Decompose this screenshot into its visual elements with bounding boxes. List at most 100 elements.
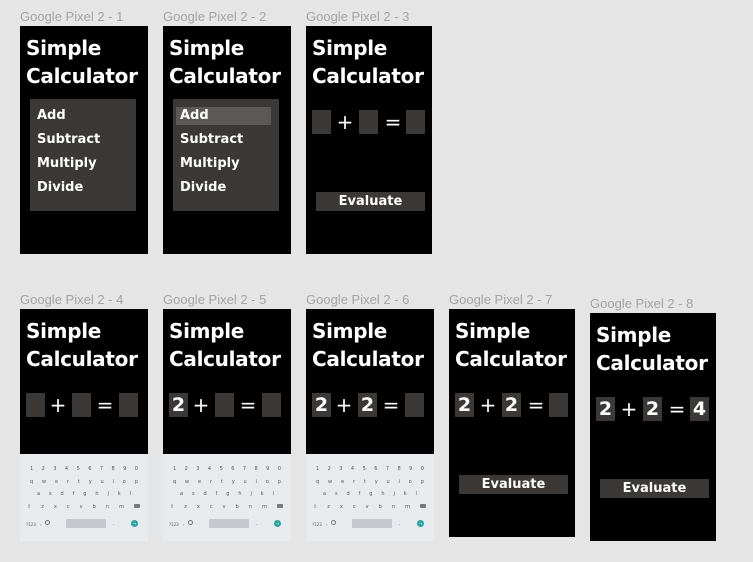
key-9[interactable]: 9 [123, 466, 126, 472]
key-6[interactable]: 6 [231, 466, 234, 472]
key-w[interactable]: w [42, 479, 46, 485]
key-t[interactable]: t [364, 479, 366, 485]
key-w[interactable]: w [185, 479, 189, 485]
key-v[interactable]: v [80, 504, 83, 510]
key-0[interactable]: 0 [278, 466, 281, 472]
key-3[interactable]: 3 [53, 466, 56, 472]
key-u[interactable]: u [101, 479, 104, 485]
key-b[interactable]: b [379, 504, 382, 510]
operand-1-field[interactable]: 2 [312, 393, 331, 417]
key-z[interactable]: z [41, 504, 44, 510]
key-w[interactable]: w [328, 479, 332, 485]
key-a[interactable]: a [37, 491, 40, 497]
key-k[interactable]: k [404, 491, 407, 497]
key-e[interactable]: e [55, 479, 58, 485]
enter-key-icon[interactable]: → [131, 520, 138, 527]
key-o[interactable]: o [266, 479, 269, 485]
key-1[interactable]: 1 [173, 466, 176, 472]
key-g[interactable]: g [369, 491, 372, 497]
key-3[interactable]: 3 [196, 466, 199, 472]
key-4[interactable]: 4 [65, 466, 68, 472]
key-r[interactable]: r [353, 479, 355, 485]
key-x[interactable]: x [54, 504, 57, 510]
key-v[interactable]: v [366, 504, 369, 510]
key-a[interactable]: a [180, 491, 183, 497]
space-bar[interactable] [209, 519, 249, 528]
key-l[interactable]: l [130, 491, 131, 497]
evaluate-button[interactable]: Evaluate [600, 479, 709, 498]
key-f[interactable]: f [73, 491, 75, 497]
key-5[interactable]: 5 [220, 466, 223, 472]
menu-item-add-highlighted[interactable]: Add [176, 107, 271, 125]
key-p[interactable]: p [421, 479, 424, 485]
key-7[interactable]: 7 [243, 466, 246, 472]
key-v[interactable]: v [223, 504, 226, 510]
key-m[interactable]: m [119, 504, 124, 510]
number-mode-key[interactable]: ?123 [169, 522, 179, 527]
key-o[interactable]: o [123, 479, 126, 485]
key-n[interactable]: n [106, 504, 109, 510]
key-q[interactable]: q [30, 479, 33, 485]
key-7[interactable]: 7 [386, 466, 389, 472]
operand-1-field[interactable]: 2 [455, 393, 474, 417]
key-x[interactable]: x [340, 504, 343, 510]
key-k[interactable]: k [118, 491, 121, 497]
key-4[interactable]: 4 [351, 466, 354, 472]
comma-key[interactable]: , [183, 521, 185, 527]
key-s[interactable]: s [49, 491, 52, 497]
key-x[interactable]: x [197, 504, 200, 510]
key-1[interactable]: 1 [30, 466, 33, 472]
key-c[interactable]: c [67, 504, 70, 510]
key-h[interactable]: h [95, 491, 98, 497]
menu-item-divide[interactable]: Divide [37, 180, 83, 196]
key-b[interactable]: b [93, 504, 96, 510]
key-f[interactable]: f [359, 491, 361, 497]
menu-item-add[interactable]: Add [37, 108, 66, 124]
comma-key[interactable]: , [40, 521, 42, 527]
key-e[interactable]: e [198, 479, 201, 485]
menu-item-subtract[interactable]: Subtract [37, 132, 100, 148]
key-1[interactable]: 1 [316, 466, 319, 472]
shift-key-icon[interactable]: ⇧ [313, 504, 317, 510]
operand-1-field[interactable]: 2 [596, 397, 615, 421]
backspace-key-icon[interactable] [277, 504, 283, 508]
key-d[interactable]: d [347, 491, 350, 497]
key-h[interactable]: h [238, 491, 241, 497]
space-bar[interactable] [66, 519, 106, 528]
number-mode-key[interactable]: ?123 [26, 522, 36, 527]
key-d[interactable]: d [61, 491, 64, 497]
operand-1-field[interactable] [312, 110, 331, 134]
key-i[interactable]: i [256, 479, 257, 485]
key-8[interactable]: 8 [397, 466, 400, 472]
key-a[interactable]: a [323, 491, 326, 497]
key-k[interactable]: k [261, 491, 264, 497]
period-key[interactable]: . [399, 521, 401, 527]
operand-2-field[interactable] [215, 393, 234, 417]
operand-2-field[interactable]: 2 [643, 397, 662, 421]
key-4[interactable]: 4 [208, 466, 211, 472]
key-9[interactable]: 9 [409, 466, 412, 472]
key-0[interactable]: 0 [135, 466, 138, 472]
key-e[interactable]: e [341, 479, 344, 485]
key-i[interactable]: i [399, 479, 400, 485]
key-0[interactable]: 0 [421, 466, 424, 472]
key-9[interactable]: 9 [266, 466, 269, 472]
emoji-key-icon[interactable] [188, 520, 193, 525]
shift-key-icon[interactable]: ⇧ [170, 504, 174, 510]
key-p[interactable]: p [135, 479, 138, 485]
key-h[interactable]: h [381, 491, 384, 497]
operand-1-field[interactable] [26, 393, 45, 417]
key-6[interactable]: 6 [88, 466, 91, 472]
key-l[interactable]: l [416, 491, 417, 497]
key-m[interactable]: m [262, 504, 267, 510]
key-j[interactable]: j [107, 491, 108, 497]
key-z[interactable]: z [184, 504, 187, 510]
operand-2-field[interactable] [72, 393, 91, 417]
key-t[interactable]: t [221, 479, 223, 485]
comma-key[interactable]: , [326, 521, 328, 527]
key-f[interactable]: f [216, 491, 218, 497]
key-7[interactable]: 7 [100, 466, 103, 472]
evaluate-button[interactable]: Evaluate [459, 475, 568, 494]
key-r[interactable]: r [210, 479, 212, 485]
key-y[interactable]: y [375, 479, 378, 485]
